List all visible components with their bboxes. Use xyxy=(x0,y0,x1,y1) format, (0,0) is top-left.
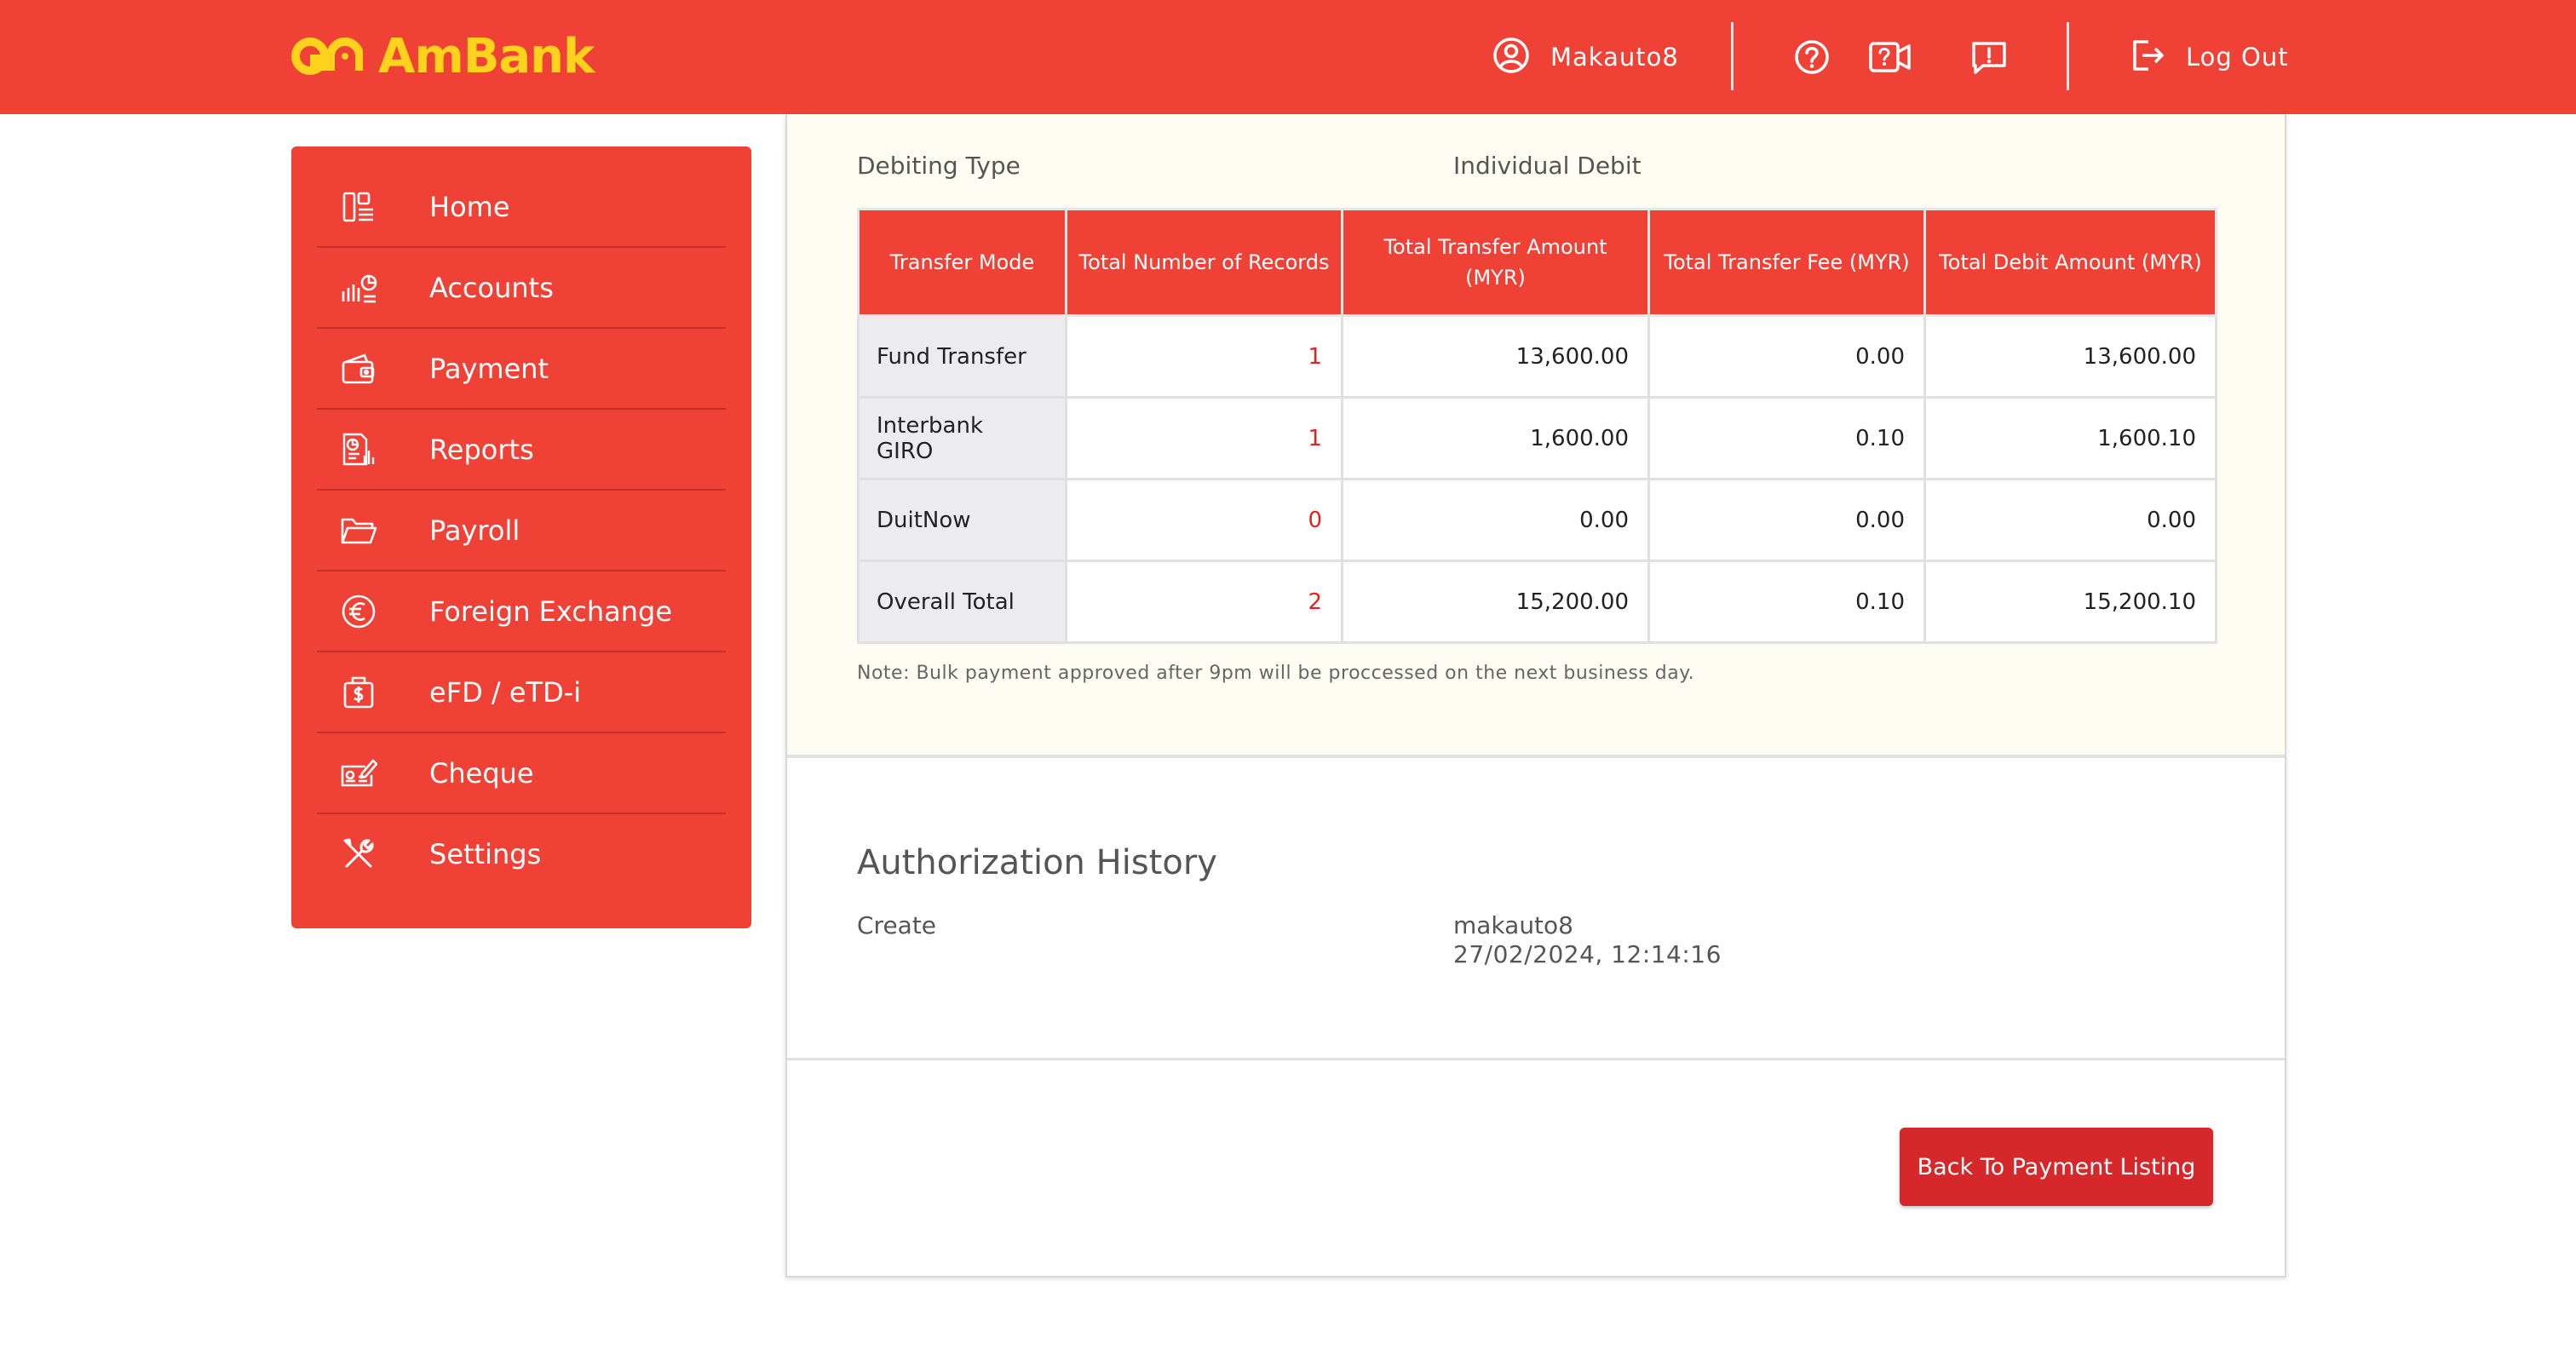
transfer-mode-cell: Fund Transfer xyxy=(857,314,1067,399)
username-label: Makauto8 xyxy=(1550,43,1679,72)
sidebar-item-payroll[interactable]: Payroll xyxy=(317,491,726,571)
transfer-mode-cell: Interbank GIRO xyxy=(857,396,1067,480)
table-header-row: Transfer Mode Total Number of Records To… xyxy=(857,208,2217,317)
feedback-icon[interactable] xyxy=(1966,34,2012,80)
transfer-mode-cell: Overall Total xyxy=(857,560,1067,644)
dashboard-icon xyxy=(336,184,382,230)
logout-icon xyxy=(2130,37,2167,78)
sidebar-item-label: eFD / eTD-i xyxy=(429,675,582,709)
video-help-icon[interactable] xyxy=(1867,34,1913,80)
money-bag-icon xyxy=(336,669,382,715)
column-header: Total Number of Records xyxy=(1065,208,1343,317)
transfer-summary-table: Transfer Mode Total Number of Records To… xyxy=(857,208,2217,644)
sidebar-item-label: Cheque xyxy=(429,756,534,790)
transfer-amount-cell: 13,600.00 xyxy=(1341,314,1650,399)
sidebar-item-label: Reports xyxy=(429,433,534,466)
sidebar-item-label: Home xyxy=(429,190,510,223)
authorization-history-section: Authorization History Create makauto8 27… xyxy=(787,758,2285,1060)
sidebar-item-label: Foreign Exchange xyxy=(429,594,672,628)
section-title: Authorization History xyxy=(857,843,1217,882)
records-count-link[interactable]: 2 xyxy=(1065,560,1343,644)
column-header: Total Transfer Fee (MYR) xyxy=(1647,208,1926,317)
transfer-summary-section: Debiting Type Individual Debit Transfer … xyxy=(787,114,2285,758)
user-profile[interactable]: Makauto8 xyxy=(1492,34,1679,80)
sidebar-item-cheque[interactable]: Cheque xyxy=(317,733,726,814)
sidebar-item-label: Settings xyxy=(429,837,542,870)
table-row: Interbank GIRO 1 1,600.00 0.10 1,600.10 xyxy=(857,396,2217,480)
debiting-type-value: Individual Debit xyxy=(1453,152,1642,180)
transfer-fee-cell: 0.10 xyxy=(1647,560,1926,644)
sidebar-item-payment[interactable]: Payment xyxy=(317,329,726,410)
transfer-fee-cell: 0.10 xyxy=(1647,396,1926,480)
debiting-type-label: Debiting Type xyxy=(857,152,1021,180)
transfer-mode-cell: DuitNow xyxy=(857,478,1067,562)
sidebar-item-accounts[interactable]: Accounts xyxy=(317,248,726,329)
header-divider xyxy=(1731,22,1734,90)
transfer-amount-cell: 1,600.00 xyxy=(1341,396,1650,480)
logout-button[interactable]: Log Out xyxy=(2130,34,2289,80)
sidebar-menu: Home Accounts Payment Reports Payroll Fo… xyxy=(291,146,751,928)
report-icon xyxy=(336,427,382,473)
header-divider xyxy=(2067,22,2069,90)
records-count-link[interactable]: 1 xyxy=(1065,314,1343,399)
top-header: AmBank Makauto8 Log Out xyxy=(0,0,2576,114)
accounts-chart-icon xyxy=(336,265,382,311)
tools-icon xyxy=(336,831,382,877)
table-total-row: Overall Total 2 15,200.00 0.10 15,200.10 xyxy=(857,560,2217,644)
debit-amount-cell: 0.00 xyxy=(1923,478,2217,562)
cheque-icon xyxy=(336,750,382,796)
ambank-logo[interactable]: AmBank xyxy=(291,24,595,89)
records-count-link[interactable]: 0 xyxy=(1065,478,1343,562)
payment-detail-card: Debiting Type Individual Debit Transfer … xyxy=(785,114,2286,1278)
wallet-icon xyxy=(336,346,382,392)
auth-timestamp: 27/02/2024, 12:14:16 xyxy=(1453,940,1722,968)
ambank-logo-icon xyxy=(291,36,363,77)
table-row: DuitNow 0 0.00 0.00 0.00 xyxy=(857,478,2217,562)
user-circle-icon xyxy=(1492,37,1530,78)
table-row: Fund Transfer 1 13,600.00 0.00 13,600.00 xyxy=(857,314,2217,399)
records-count-link[interactable]: 1 xyxy=(1065,396,1343,480)
sidebar-item-settings[interactable]: Settings xyxy=(317,814,726,893)
folder-icon xyxy=(336,508,382,554)
column-header: Transfer Mode xyxy=(857,208,1067,317)
auth-user: makauto8 xyxy=(1453,911,1573,939)
debit-amount-cell: 13,600.00 xyxy=(1923,314,2217,399)
transfer-amount-cell: 15,200.00 xyxy=(1341,560,1650,644)
sidebar-item-foreign-exchange[interactable]: Foreign Exchange xyxy=(317,571,726,652)
back-to-payment-listing-button[interactable]: Back To Payment Listing xyxy=(1900,1128,2213,1206)
euro-icon xyxy=(336,589,382,635)
sidebar-item-home[interactable]: Home xyxy=(317,167,726,248)
auth-action-label: Create xyxy=(857,911,937,939)
transfer-amount-cell: 0.00 xyxy=(1341,478,1650,562)
sidebar-item-label: Payroll xyxy=(429,514,520,547)
logo-text: AmBank xyxy=(378,28,595,84)
logout-label: Log Out xyxy=(2186,43,2289,72)
sidebar-item-efd-etd-i[interactable]: eFD / eTD-i xyxy=(317,652,726,733)
transfer-fee-cell: 0.00 xyxy=(1647,314,1926,399)
column-header: Total Transfer Amount (MYR) xyxy=(1341,208,1650,317)
sidebar-item-label: Payment xyxy=(429,352,549,385)
debit-amount-cell: 15,200.10 xyxy=(1923,560,2217,644)
processing-note: Note: Bulk payment approved after 9pm wi… xyxy=(857,663,1695,684)
sidebar-item-reports[interactable]: Reports xyxy=(317,410,726,491)
debit-amount-cell: 1,600.10 xyxy=(1923,396,2217,480)
column-header: Total Debit Amount (MYR) xyxy=(1923,208,2217,317)
transfer-fee-cell: 0.00 xyxy=(1647,478,1926,562)
sidebar-item-label: Accounts xyxy=(429,271,554,304)
help-icon[interactable] xyxy=(1789,34,1835,80)
